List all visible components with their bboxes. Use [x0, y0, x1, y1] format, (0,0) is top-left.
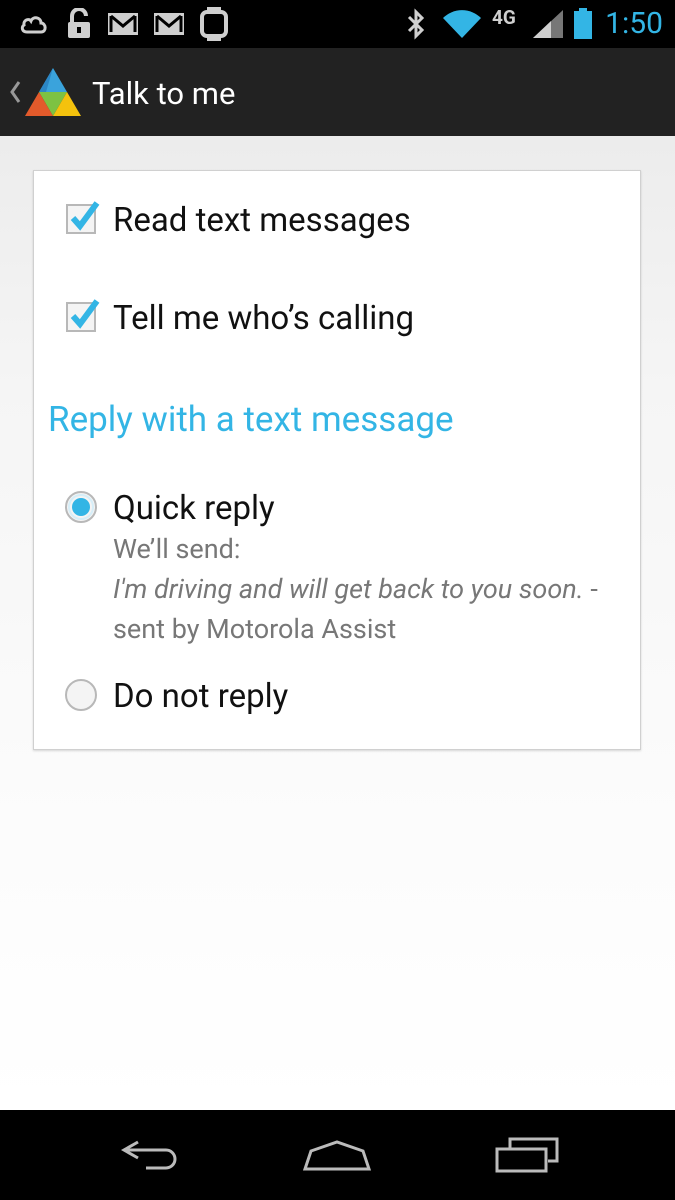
unlock-icon [64, 0, 94, 48]
content-area: Read text messages Tell me who’s calling… [0, 136, 675, 1110]
reply-section-title: Reply with a text message [48, 399, 454, 440]
gmail-icon [152, 0, 186, 48]
motorola-assist-icon[interactable] [24, 64, 82, 122]
recents-icon[interactable] [477, 1110, 577, 1200]
back-icon[interactable] [100, 1110, 200, 1200]
quick-reply-description: We’ll send: I'm driving and will get bac… [113, 529, 613, 649]
status-bar: 4G 1:50 [0, 0, 675, 48]
cloud-icon [18, 0, 50, 48]
chevron-left-icon[interactable] [8, 48, 22, 136]
tell-caller-label: Tell me who’s calling [113, 299, 415, 338]
do-not-reply-option[interactable]: Do not reply [34, 677, 640, 717]
do-not-reply-radio[interactable] [64, 678, 98, 712]
read-texts-label: Read text messages [113, 201, 411, 240]
do-not-reply-label: Do not reply [113, 677, 289, 716]
network-type: 4G [492, 6, 516, 29]
quick-reply-label: Quick reply [113, 489, 275, 528]
home-icon[interactable] [287, 1110, 387, 1200]
quick-reply-radio[interactable] [64, 490, 98, 524]
quick-reply-option[interactable]: Quick reply We’ll send: I'm driving and … [34, 489, 640, 649]
action-bar: Talk to me [0, 48, 675, 138]
gmail-icon [106, 0, 140, 48]
wifi-icon [440, 0, 484, 48]
read-texts-row[interactable]: Read text messages [34, 201, 640, 241]
page-title: Talk to me [92, 75, 236, 112]
bluetooth-icon [402, 0, 430, 48]
quick-reply-message: I'm driving and will get back to you soo… [113, 569, 613, 649]
tell-caller-checkbox[interactable] [66, 299, 100, 333]
tell-caller-row[interactable]: Tell me who’s calling [34, 299, 640, 339]
signal-icon [530, 0, 566, 48]
watch-icon [198, 0, 230, 48]
quick-reply-message-text: I'm driving and will get back to you soo… [113, 573, 584, 605]
navigation-bar [0, 1110, 675, 1200]
clock: 1:50 [605, 6, 663, 41]
send-prefix: We’ll send: [113, 533, 241, 565]
battery-icon [572, 0, 594, 48]
read-texts-checkbox[interactable] [66, 201, 100, 235]
settings-card: Read text messages Tell me who’s calling… [33, 170, 641, 750]
